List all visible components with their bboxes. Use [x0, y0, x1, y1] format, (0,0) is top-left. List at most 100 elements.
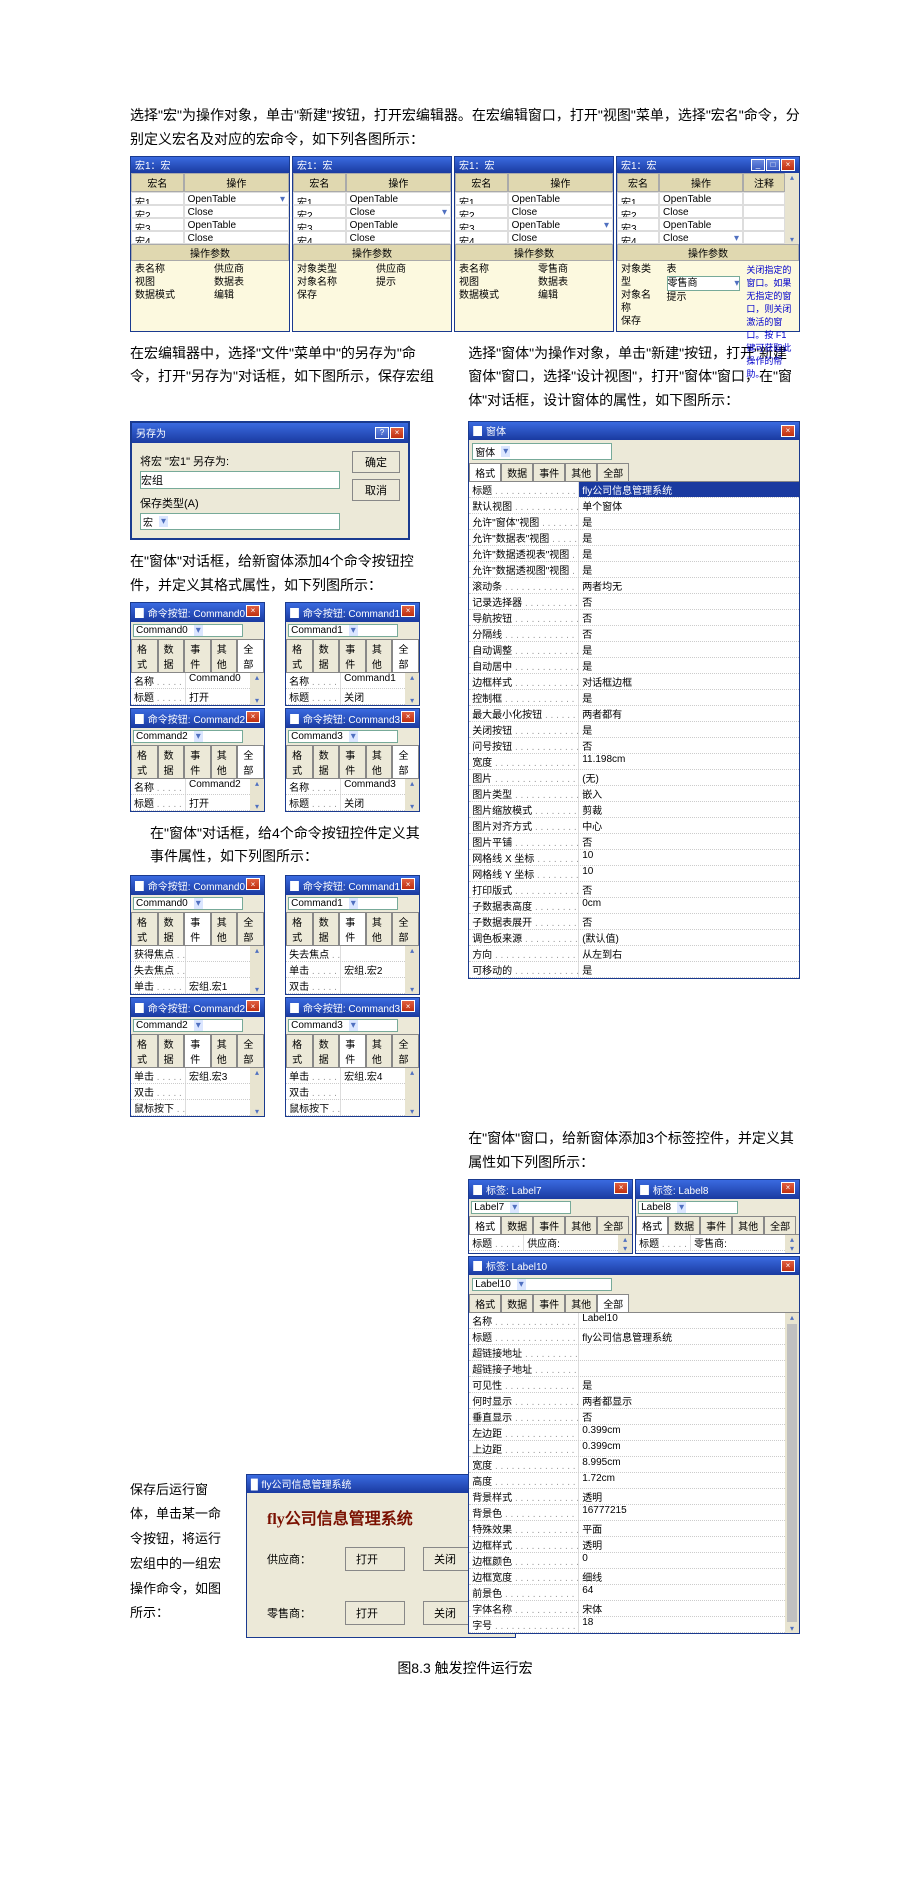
object-selector[interactable]: Label7 [471, 1201, 571, 1214]
tab-data[interactable]: 数据 [313, 1034, 340, 1067]
macro-name-cell[interactable]: 宏3 [617, 218, 659, 231]
prop-row[interactable]: 宽度8.995cm [469, 1457, 785, 1473]
prop-row[interactable]: 超链接子地址 [469, 1361, 785, 1377]
scrollbar[interactable]: ▴▾ [785, 1313, 799, 1633]
object-selector[interactable]: Command0 [133, 624, 243, 637]
close-icon[interactable]: × [246, 878, 260, 890]
tab-event[interactable]: 事件 [339, 912, 366, 945]
note-cell[interactable] [743, 192, 785, 205]
macro-name-cell[interactable]: 宏4 [617, 231, 659, 244]
prop-row[interactable]: 导航按钮否 [469, 610, 799, 626]
prop-row[interactable]: 单击宏组.宏1 [131, 978, 250, 994]
tab-other[interactable]: 其他 [565, 1294, 597, 1312]
prop-row[interactable]: 标题关闭 [286, 689, 405, 705]
prop-row[interactable]: 标题打开 [131, 795, 250, 811]
macro-name-cell[interactable]: 宏3 [293, 218, 346, 231]
macro-action-cell[interactable]: OpenTable [659, 192, 743, 205]
close-icon[interactable]: × [401, 878, 415, 890]
close-icon[interactable]: × [401, 711, 415, 723]
tab-event[interactable]: 事件 [339, 639, 366, 672]
prop-row[interactable]: 超链接地址 [469, 1345, 785, 1361]
close-icon[interactable]: × [781, 425, 795, 437]
prop-row[interactable]: 标题fly公司信息管理系统 [469, 482, 799, 498]
tab-event[interactable]: 事件 [184, 912, 211, 945]
prop-row[interactable]: 可见性是 [469, 1377, 785, 1393]
prop-row[interactable]: 标题供应商: [469, 1235, 618, 1251]
tab-all[interactable]: 全部 [392, 745, 419, 778]
tab-event[interactable]: 事件 [339, 745, 366, 778]
prop-row[interactable]: 宽度11.198cm [469, 754, 799, 770]
macro-action-cell[interactable]: Close▾ [346, 205, 451, 218]
scrollbar[interactable]: ▴▾ [250, 1068, 264, 1116]
tab-data[interactable]: 数据 [501, 1294, 533, 1312]
prop-row[interactable]: 网格线 Y 坐标10 [469, 866, 799, 882]
prop-row[interactable]: 高度1.72cm [469, 1473, 785, 1489]
prop-row[interactable]: 默认视图单个窗体 [469, 498, 799, 514]
object-selector[interactable]: Command2 [133, 1019, 243, 1032]
tab-data[interactable]: 数据 [501, 463, 533, 481]
prop-row[interactable]: 双击 [286, 1084, 405, 1100]
macro-action-cell[interactable]: Close [184, 205, 289, 218]
tab-data[interactable]: 数据 [158, 745, 185, 778]
prop-row[interactable]: 名称Command2 [131, 779, 250, 795]
tab-all[interactable]: 全部 [392, 1034, 419, 1067]
tab-all[interactable]: 全部 [597, 463, 629, 481]
tab-event[interactable]: 事件 [533, 1294, 565, 1312]
tab-all[interactable]: 全部 [237, 1034, 264, 1067]
prop-row[interactable]: 双击 [131, 1084, 250, 1100]
tab-format[interactable]: 格式 [286, 745, 313, 778]
macro-name-cell[interactable]: 宏1 [293, 192, 346, 205]
prop-row[interactable]: 字体名称宋体 [469, 1601, 785, 1617]
tab-data[interactable]: 数据 [668, 1216, 700, 1234]
tab-other[interactable]: 其他 [366, 745, 393, 778]
prop-row[interactable]: 名称Command0 [131, 673, 250, 689]
close-icon[interactable]: × [390, 427, 404, 439]
prop-row[interactable]: 字号18 [469, 1617, 785, 1633]
prop-row[interactable]: 自动居中是 [469, 658, 799, 674]
close-icon[interactable]: × [781, 159, 795, 171]
tab-all[interactable]: 全部 [764, 1216, 796, 1234]
tab-event[interactable]: 事件 [184, 745, 211, 778]
prop-row[interactable]: 自动调整是 [469, 642, 799, 658]
tab-event[interactable]: 事件 [533, 463, 565, 481]
macro-action-cell[interactable]: OpenTable [659, 218, 743, 231]
macro-action-cell[interactable]: OpenTable▾ [184, 192, 289, 205]
object-selector[interactable]: Command1 [288, 624, 398, 637]
tab-all[interactable]: 全部 [597, 1216, 629, 1234]
tab-event[interactable]: 事件 [339, 1034, 366, 1067]
scrollbar[interactable]: ▴▾ [618, 1235, 632, 1253]
tab-format[interactable]: 格式 [469, 1294, 501, 1312]
prop-row[interactable]: 图片平铺否 [469, 834, 799, 850]
tab-other[interactable]: 其他 [211, 745, 238, 778]
prop-row[interactable]: 单击宏组.宏3 [131, 1068, 250, 1084]
note-cell[interactable] [743, 218, 785, 231]
macro-name-cell[interactable]: 宏4 [293, 231, 346, 244]
object-selector[interactable]: Command2 [133, 730, 243, 743]
prop-row[interactable]: 记录选择器否 [469, 594, 799, 610]
help-icon[interactable]: ? [375, 427, 389, 439]
tab-data[interactable]: 数据 [158, 639, 185, 672]
open-button[interactable]: 打开 [345, 1547, 405, 1571]
macro-action-cell[interactable]: Close▾ [659, 231, 743, 244]
prop-row[interactable]: 边框颜色0 [469, 1553, 785, 1569]
tab-format[interactable]: 格式 [131, 639, 158, 672]
prop-row[interactable]: 子数据表展开否 [469, 914, 799, 930]
prop-row[interactable]: 名称Label10 [469, 1313, 785, 1329]
prop-row[interactable]: 边框样式对话框边框 [469, 674, 799, 690]
prop-row[interactable]: 控制框是 [469, 690, 799, 706]
macro-action-cell[interactable]: Close [508, 231, 613, 244]
prop-row[interactable]: 何时显示两者都显示 [469, 1393, 785, 1409]
scrollbar[interactable]: ▴▾ [785, 173, 799, 244]
prop-row[interactable]: 允许"窗体"视图是 [469, 514, 799, 530]
prop-row[interactable]: 垂直显示否 [469, 1409, 785, 1425]
tab-format[interactable]: 格式 [469, 463, 501, 481]
tab-other[interactable]: 其他 [211, 912, 238, 945]
prop-row[interactable]: 图片对齐方式中心 [469, 818, 799, 834]
object-selector[interactable]: Label8 [638, 1201, 738, 1214]
saveas-type-select[interactable]: 宏 [140, 513, 340, 530]
tab-format[interactable]: 格式 [636, 1216, 668, 1234]
prop-row[interactable]: 允许"数据透视表"视图是 [469, 546, 799, 562]
open-button[interactable]: 打开 [345, 1601, 405, 1625]
tab-format[interactable]: 格式 [286, 912, 313, 945]
tab-format[interactable]: 格式 [131, 912, 158, 945]
